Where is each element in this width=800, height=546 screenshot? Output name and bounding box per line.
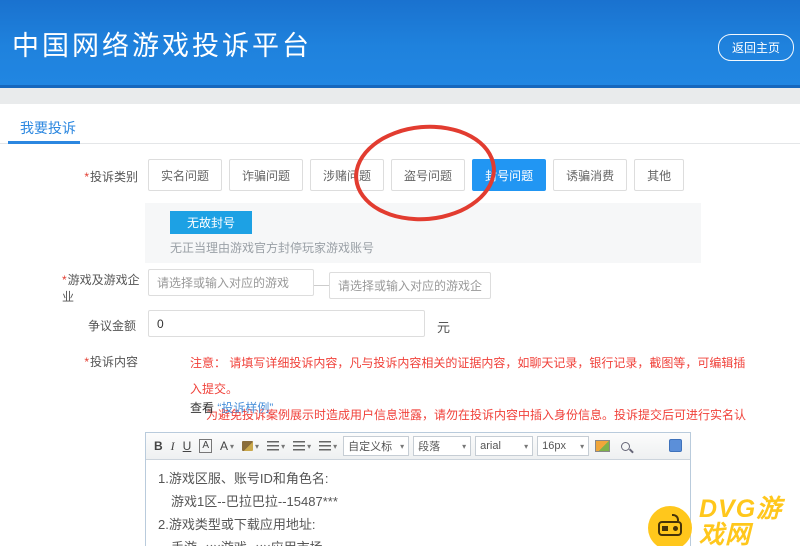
category-label: *投诉类别 [84, 170, 138, 184]
return-home-button[interactable]: 返回主页 [717, 34, 794, 61]
italic-button[interactable]: I [168, 436, 178, 456]
align-button[interactable] [264, 436, 288, 456]
line-height-icon [293, 441, 306, 451]
tab-i-want-to-complain[interactable]: 我要投诉 [20, 118, 76, 138]
category-option-stolen-account[interactable]: 盗号问题 [391, 159, 466, 191]
input-connector-line [314, 285, 329, 286]
list-icon [319, 441, 332, 451]
remove-format-button[interactable]: A [199, 439, 213, 453]
category-option-banned-account[interactable]: 封号问题 [472, 159, 547, 191]
dvg-watermark: DVG游戏网 WWW.DVG.CN [648, 496, 800, 546]
required-asterisk: * [62, 273, 67, 287]
editor-line: 1.游戏区服、账号ID和角色名: [158, 471, 329, 486]
header-divider [0, 88, 800, 104]
page: 中国网络游戏投诉平台 返回主页 我要投诉 *投诉类别 实名问题 诈骗问题 涉赌问… [0, 0, 800, 546]
align-icon [267, 441, 280, 451]
category-option-realname[interactable]: 实名问题 [148, 159, 223, 191]
complaint-content-label: *投诉内容 [84, 355, 138, 369]
list-button[interactable] [316, 436, 340, 456]
editor-content[interactable]: 1.游戏区服、账号ID和角色名: 游戏1区--巴拉巴拉--15487*** 2.… [146, 460, 690, 546]
image-icon [595, 440, 611, 452]
highlight-color-button[interactable] [239, 436, 262, 456]
font-size-select[interactable]: 16px [537, 436, 590, 456]
magnifier-icon [621, 441, 631, 451]
sample-prefix: 查看 [190, 401, 218, 415]
game-company-input[interactable] [329, 272, 491, 299]
category-option-deceptive-spending[interactable]: 诱骗消费 [553, 159, 628, 191]
rich-text-editor[interactable]: B I U A A 自定义标 段落 arial 16px 1.游戏区服、账号ID… [145, 432, 691, 546]
complaint-sample-link[interactable]: “投诉样例” [217, 401, 273, 415]
game-input[interactable] [148, 269, 314, 296]
bold-button[interactable]: B [151, 436, 166, 456]
gamepad-icon [648, 505, 692, 546]
sample-row: 查看 “投诉样例” [190, 399, 273, 416]
tab-active-underline [8, 141, 80, 144]
highlight-icon [242, 441, 254, 451]
game-company-label: *游戏及游戏企业 [62, 273, 140, 304]
page-title: 中国网络游戏投诉平台 [12, 31, 312, 61]
category-detail-box: 无故封号 无正当理由游戏官方封停玩家游戏账号 [145, 203, 701, 263]
search-button[interactable] [615, 436, 636, 456]
category-option-other[interactable]: 其他 [634, 159, 685, 191]
font-family-select[interactable]: arial [475, 436, 534, 456]
tab-bar: 我要投诉 [0, 104, 800, 144]
header: 中国网络游戏投诉平台 返回主页 [0, 0, 800, 88]
subcategory-tag-button[interactable]: 无故封号 [170, 211, 253, 234]
editor-toolbar: B I U A A 自定义标 段落 arial 16px [146, 433, 690, 460]
fullscreen-icon[interactable] [669, 439, 682, 452]
currency-unit: 元 [437, 320, 451, 335]
category-option-gambling[interactable]: 涉赌问题 [310, 159, 385, 191]
required-asterisk: * [84, 355, 89, 369]
watermark-brand: DVG游戏网 [699, 495, 783, 546]
editor-line: 手游--××游戏--××应用市场 [158, 536, 678, 546]
underline-button[interactable]: U [180, 436, 195, 456]
editor-line: 2.游戏类型或下载应用地址: [158, 517, 316, 532]
style-select[interactable]: 自定义标 [343, 436, 410, 456]
editor-line: 游戏1区--巴拉巴拉--15487*** [171, 494, 338, 509]
notice-line-1: 注意： 请填写详细投诉内容，凡与投诉内容相关的证据内容，如聊天记录，银行记录，截… [190, 356, 746, 396]
paragraph-select[interactable]: 段落 [413, 436, 472, 456]
category-options: 实名问题 诈骗问题 涉赌问题 盗号问题 封号问题 诱骗消费 其他 [148, 159, 691, 191]
subcategory-description: 无正当理由游戏官方封停玩家游戏账号 [170, 241, 375, 255]
required-asterisk: * [84, 170, 89, 184]
line-height-button[interactable] [290, 436, 314, 456]
dispute-amount-input[interactable] [148, 310, 425, 337]
font-color-button[interactable]: A [217, 436, 237, 456]
insert-image-button[interactable] [592, 436, 613, 456]
dispute-amount-label: 争议金额 [88, 319, 137, 333]
category-option-fraud[interactable]: 诈骗问题 [229, 159, 304, 191]
